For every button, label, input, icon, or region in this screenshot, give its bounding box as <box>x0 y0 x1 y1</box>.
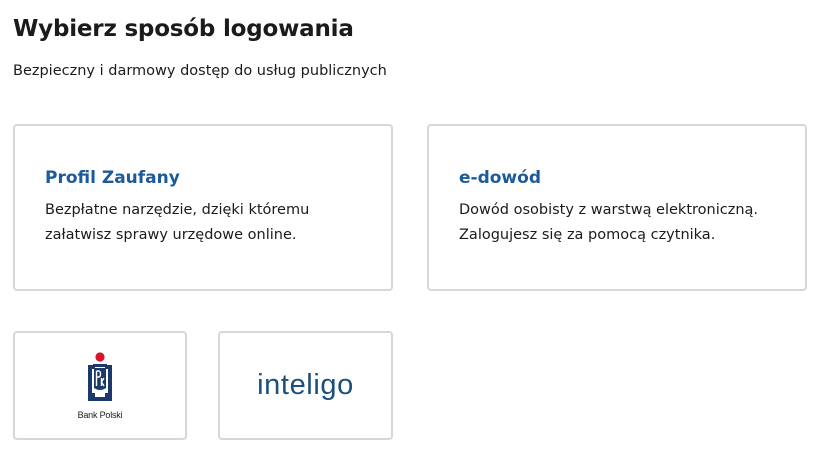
pko-bp-logo-icon: Bank Polski <box>77 351 123 420</box>
login-method-page: Wybierz sposób logowania Bezpieczny i da… <box>0 0 831 460</box>
e-dowod-title: e-dowód <box>459 168 541 188</box>
inteligo-wordmark: inteligo <box>257 369 354 401</box>
page-title: Wybierz sposób logowania <box>13 16 354 42</box>
profil-zaufany-card[interactable]: Profil Zaufany Bezpłatne narzędzie, dzię… <box>13 124 393 291</box>
e-dowod-description-line1: Dowód osobisty z warstwą elektroniczną. <box>459 202 759 218</box>
pko-emblem-icon <box>87 351 112 401</box>
pko-bp-login-button[interactable]: Bank Polski <box>13 331 187 440</box>
e-dowod-description: Dowód osobisty z warstwą elektroniczną. … <box>459 198 775 248</box>
inteligo-login-button[interactable]: inteligo <box>218 331 393 440</box>
profil-zaufany-description: Bezpłatne narzędzie, dzięki któremu zała… <box>45 198 361 248</box>
bank-polski-caption: Bank Polski <box>77 409 123 420</box>
profil-zaufany-description-line1: Bezpłatne narzędzie, dzięki któremu <box>45 202 310 218</box>
profil-zaufany-description-line2: załatwisz sprawy urzędowe online. <box>45 227 297 243</box>
e-dowod-description-line2: Zalogujesz się za pomocą czytnika. <box>459 227 716 243</box>
profil-zaufany-title: Profil Zaufany <box>45 168 180 188</box>
e-dowod-card[interactable]: e-dowód Dowód osobisty z warstwą elektro… <box>427 124 807 291</box>
page-subtitle: Bezpieczny i darmowy dostęp do usług pub… <box>13 63 387 79</box>
inteligo-logo-icon: inteligo <box>257 369 354 402</box>
